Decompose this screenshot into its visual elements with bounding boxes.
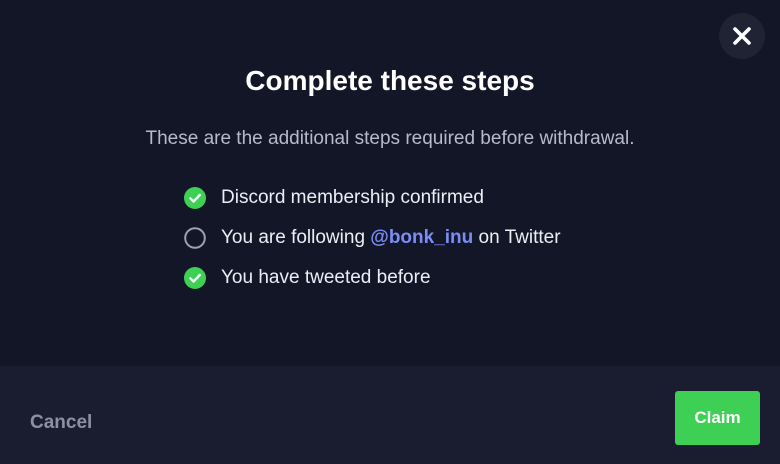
step-discord-membership: Discord membership confirmed [184, 186, 561, 210]
step-tweeted: You have tweeted before [184, 266, 561, 290]
steps-list: Discord membership confirmed You are fol… [184, 186, 561, 306]
step-label: Discord membership confirmed [221, 187, 484, 208]
check-circle-icon [184, 187, 206, 209]
check-circle-icon [184, 267, 206, 289]
empty-circle-icon [184, 227, 206, 249]
close-icon [733, 27, 751, 45]
step-label-prefix: You are following [221, 227, 371, 248]
dialog-footer [0, 366, 780, 464]
cancel-button[interactable]: Cancel [30, 411, 92, 435]
step-twitter-follow: You are following @bonk_inu on Twitter [184, 226, 561, 250]
step-label: You have tweeted before [221, 267, 431, 288]
close-button[interactable] [719, 13, 765, 59]
step-label-suffix: on Twitter [473, 227, 561, 248]
complete-steps-dialog: Complete these steps These are the addit… [0, 0, 780, 464]
step-label: You are following @bonk_inu on Twitter [221, 226, 561, 250]
twitter-handle-link[interactable]: @bonk_inu [370, 227, 473, 248]
dialog-title: Complete these steps [245, 65, 535, 96]
dialog-subtitle: These are the additional steps required … [145, 128, 635, 149]
claim-button[interactable]: Claim [675, 391, 760, 445]
